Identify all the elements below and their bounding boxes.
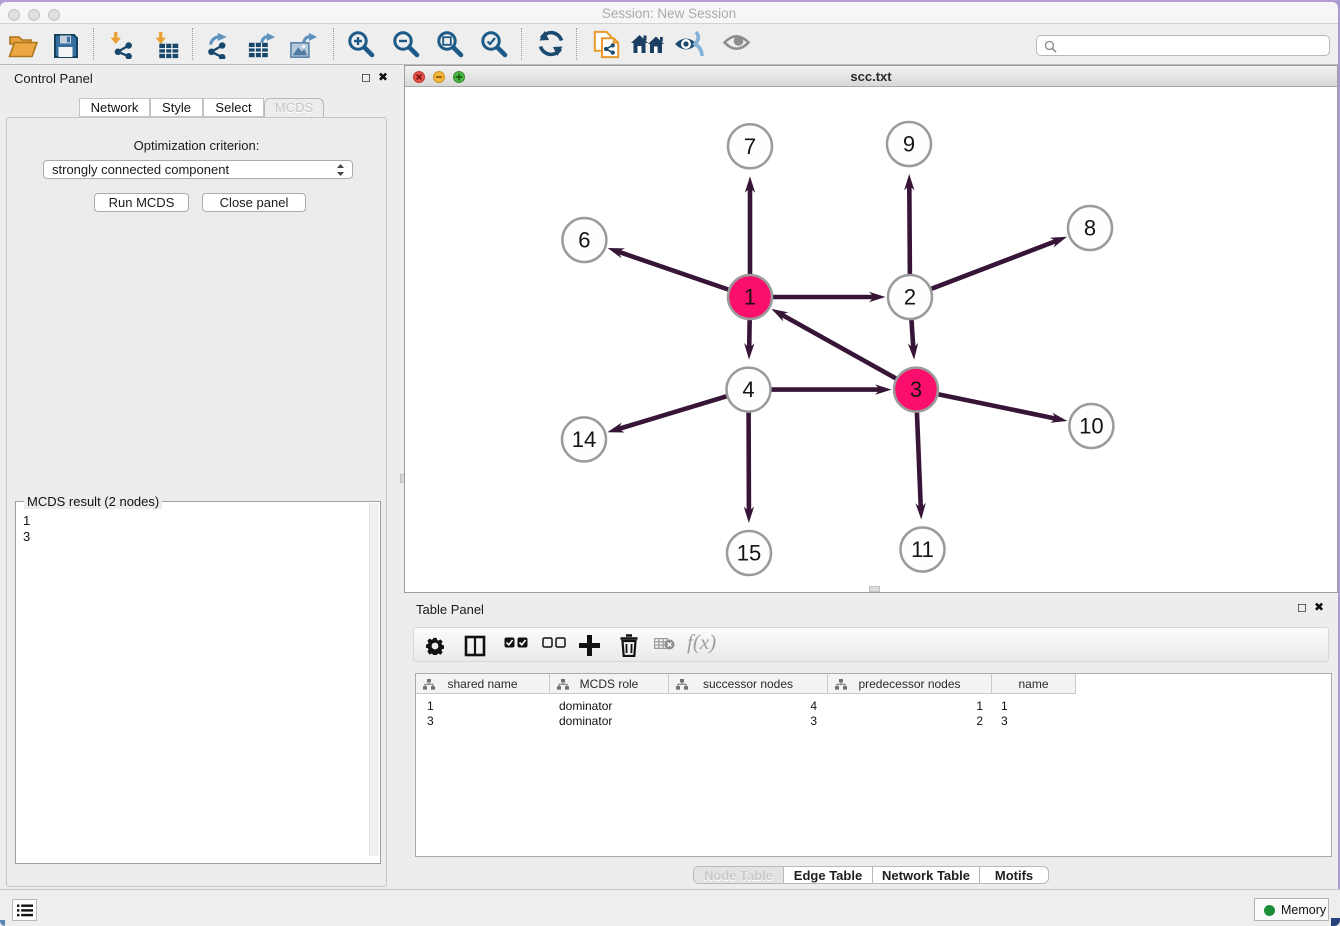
- svg-text:15: 15: [737, 541, 761, 566]
- svg-text:11: 11: [911, 537, 934, 562]
- svg-text:3: 3: [910, 377, 922, 402]
- svg-text:9: 9: [903, 132, 915, 157]
- svg-text:14: 14: [572, 427, 596, 452]
- svg-text:4: 4: [742, 377, 754, 402]
- svg-text:10: 10: [1079, 414, 1103, 439]
- svg-text:1: 1: [744, 285, 756, 310]
- svg-text:2: 2: [904, 285, 916, 310]
- svg-text:8: 8: [1084, 216, 1096, 241]
- svg-text:6: 6: [578, 228, 590, 253]
- svg-text:7: 7: [744, 134, 756, 159]
